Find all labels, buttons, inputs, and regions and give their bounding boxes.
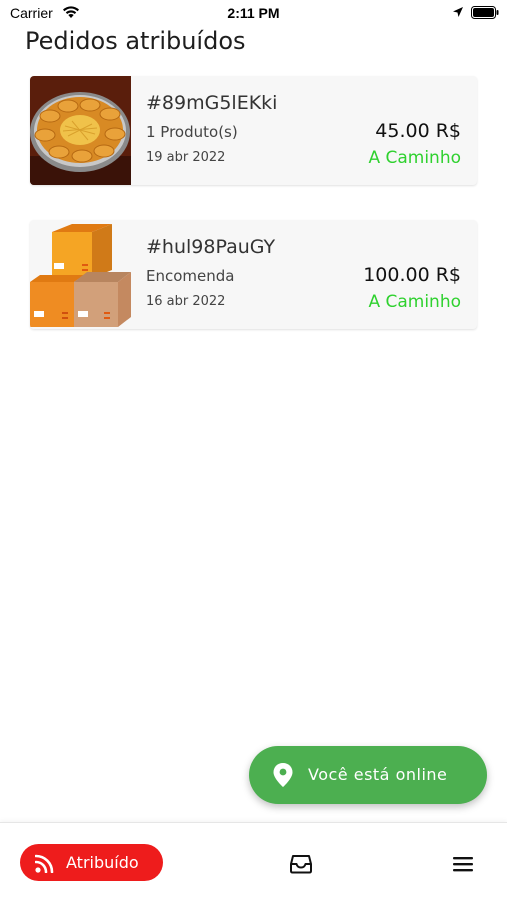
order-status: A Caminho [368, 148, 461, 168]
order-card[interactable]: #hul98PauGY Encomenda 16 abr 2022 100.00… [30, 220, 477, 329]
order-card[interactable]: #89mG5lEKki 1 Produto(s) 19 abr 2022 45.… [30, 76, 477, 185]
page-title: Pedidos atribuídos [25, 27, 246, 55]
order-status: A Caminho [368, 292, 461, 312]
order-type: Encomenda [146, 267, 235, 285]
menu-icon[interactable] [452, 855, 474, 873]
status-bar: Carrier 2:11 PM [0, 0, 507, 28]
order-date: 19 abr 2022 [146, 150, 226, 165]
online-status-button[interactable]: Você está online [249, 746, 487, 804]
nav-tab-atribuido[interactable]: Atribuído [20, 844, 163, 881]
order-date: 16 abr 2022 [146, 294, 226, 309]
order-id: #89mG5lEKki [146, 92, 278, 114]
order-product-count: 1 Produto(s) [146, 123, 238, 141]
order-id: #hul98PauGY [146, 236, 276, 258]
rss-icon [35, 854, 54, 873]
location-arrow-icon [453, 7, 463, 17]
clock: 2:11 PM [227, 5, 280, 21]
inbox-icon[interactable] [290, 854, 312, 874]
order-thumbnail-boxes [30, 220, 131, 329]
order-price: 45.00 R$ [375, 120, 461, 142]
battery-icon [471, 6, 499, 19]
order-thumbnail-food [30, 76, 131, 185]
location-pin-icon [273, 763, 293, 787]
nav-tab-label: Atribuído [66, 853, 139, 872]
order-price: 100.00 R$ [363, 264, 461, 286]
online-status-label: Você está online [308, 765, 448, 784]
bottom-navigation: Atribuído [0, 822, 507, 900]
